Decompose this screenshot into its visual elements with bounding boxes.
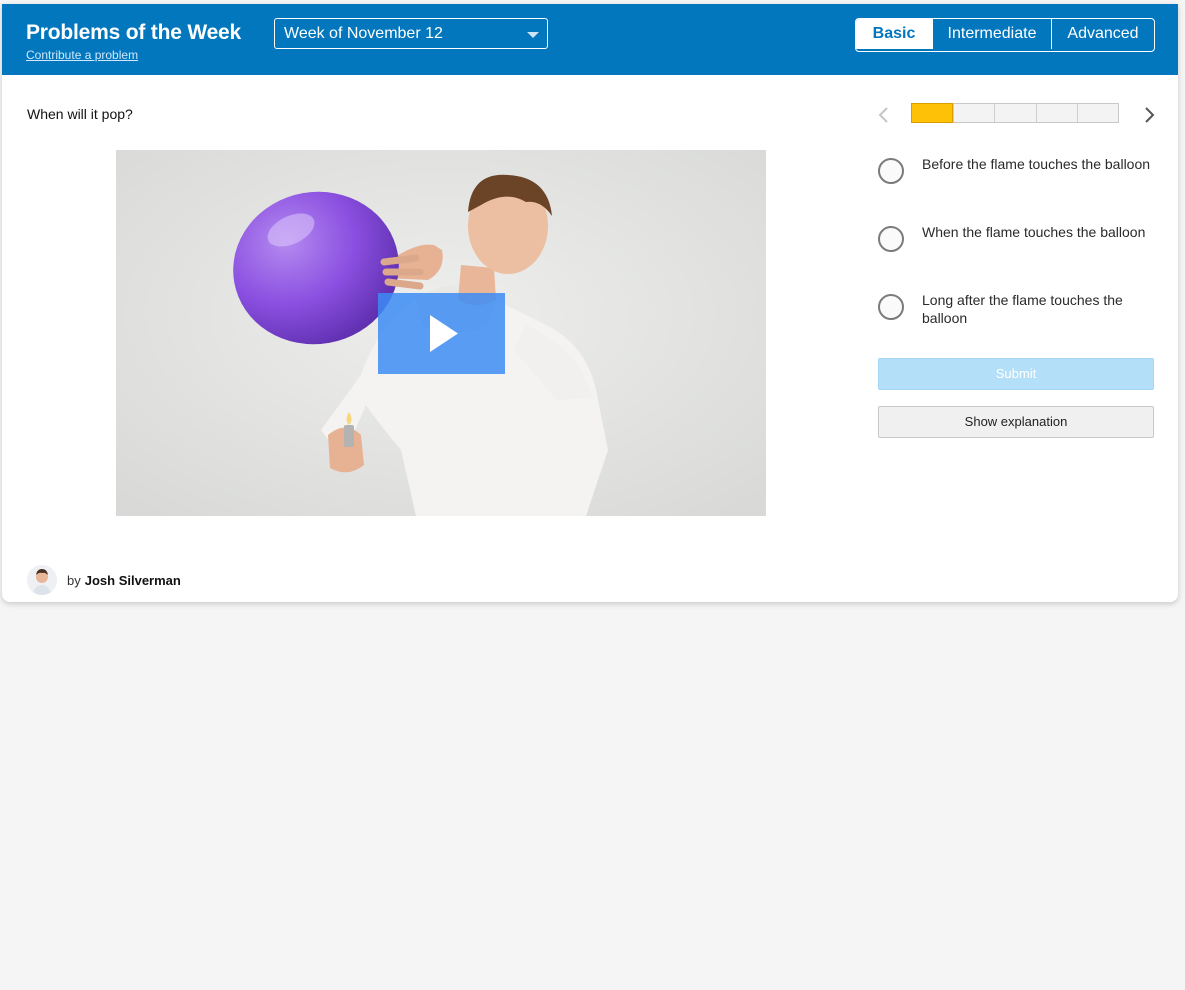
radio-button[interactable]: [878, 158, 904, 184]
avatar: [27, 565, 57, 595]
contribute-link[interactable]: Contribute a problem: [26, 48, 138, 62]
question-text: When will it pop?: [27, 106, 133, 122]
avatar-image: [27, 565, 57, 595]
tab-basic[interactable]: Basic: [856, 19, 932, 49]
progress-segment: [1076, 104, 1118, 122]
submit-button[interactable]: Submit: [878, 358, 1154, 390]
show-explanation-button[interactable]: Show explanation: [878, 406, 1154, 438]
next-arrow[interactable]: [1139, 105, 1159, 125]
previous-arrow[interactable]: [874, 105, 894, 125]
answer-label: When the flame touches the balloon: [922, 224, 1146, 240]
level-tabs: Basic Intermediate Advanced: [855, 18, 1155, 52]
progress-bar: [911, 103, 1119, 123]
radio-button[interactable]: [878, 226, 904, 252]
tab-advanced[interactable]: Advanced: [1051, 19, 1154, 49]
answer-label: Before the flame touches the balloon: [922, 156, 1151, 172]
play-button[interactable]: [378, 293, 505, 374]
chevron-left-icon: [878, 107, 888, 123]
progress-segment: [953, 104, 994, 122]
answer-label: Long after the flame touches the balloon: [922, 292, 1123, 326]
radio-button[interactable]: [878, 294, 904, 320]
week-select[interactable]: Week of November 12: [274, 18, 548, 49]
page-title: Problems of the Week: [26, 21, 242, 44]
answer-option-3[interactable]: Long after the flame touches the balloon: [878, 291, 1158, 331]
chevron-down-icon: [527, 32, 539, 38]
author-name[interactable]: Josh Silverman: [85, 573, 181, 588]
video-player[interactable]: [116, 150, 766, 516]
header-bar: Problems of the Week Contribute a proble…: [2, 4, 1178, 75]
tab-intermediate[interactable]: Intermediate: [932, 19, 1051, 49]
chevron-right-icon: [1145, 107, 1155, 123]
play-icon: [430, 315, 458, 352]
byline-prefix: by: [67, 572, 81, 588]
progress-segment: [1035, 104, 1077, 122]
problem-card: Problems of the Week Contribute a proble…: [2, 4, 1178, 602]
answer-option-1[interactable]: Before the flame touches the balloon: [878, 155, 1158, 195]
progress-segment: [994, 104, 1035, 122]
author-byline: by Josh Silverman: [27, 565, 181, 595]
progress-segment: [911, 103, 954, 123]
week-select-value: Week of November 12: [284, 25, 443, 42]
answer-option-2[interactable]: When the flame touches the balloon: [878, 223, 1158, 263]
